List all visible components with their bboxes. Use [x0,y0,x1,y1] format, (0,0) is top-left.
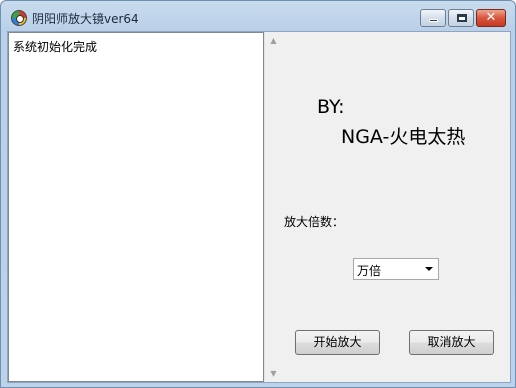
maximize-button[interactable] [448,9,474,27]
minimize-button[interactable] [420,9,446,27]
author-label: NGA-火电太热 [341,126,466,148]
close-button[interactable]: ✕ [476,9,506,27]
app-window: 阴阳师放大镜ver64 ✕ 系统初始化完成 ▲ ▼ BY: NGA-火电太热 放… [0,0,516,388]
window-title: 阴阳师放大镜ver64 [32,12,139,26]
log-scrollbar[interactable]: ▲ ▼ [264,32,281,382]
maximize-icon [457,14,467,22]
close-icon: ✕ [485,10,497,25]
start-zoom-button[interactable]: 开始放大 [295,330,380,355]
title-bar[interactable]: 阴阳师放大镜ver64 ✕ [1,1,515,31]
cancel-zoom-button[interactable]: 取消放大 [409,330,494,355]
caption-buttons: ✕ [420,9,506,27]
zoom-factor-value: 万倍 [357,264,382,278]
by-label: BY: [317,96,345,118]
minimize-icon [429,19,438,22]
log-text: 系统初始化完成 [13,40,98,54]
log-textbox[interactable]: 系统初始化完成 [8,32,264,382]
scroll-down-icon[interactable]: ▼ [265,365,282,382]
zoom-factor-label: 放大倍数： [284,215,345,229]
client-area: 系统初始化完成 ▲ ▼ BY: NGA-火电太热 放大倍数： 万倍 开始放大 取… [7,31,511,383]
chevron-down-icon[interactable] [425,267,433,271]
app-icon[interactable] [11,10,27,26]
zoom-factor-select[interactable]: 万倍 [353,258,439,280]
scroll-up-icon[interactable]: ▲ [265,32,282,49]
